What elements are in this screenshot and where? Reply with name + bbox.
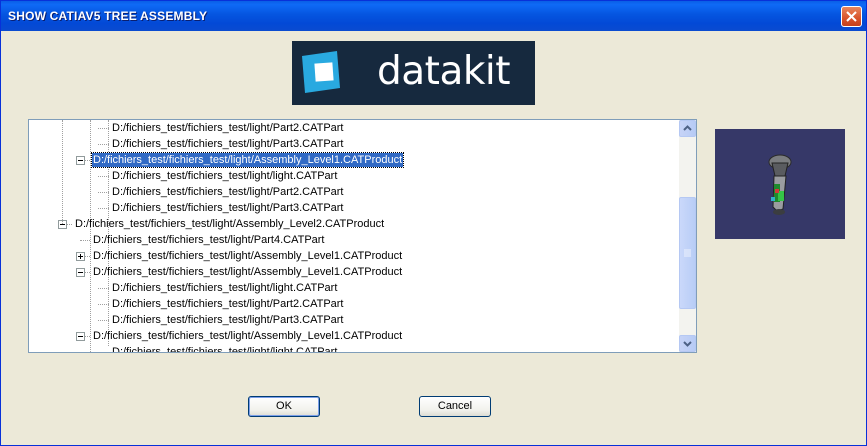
logo-wordmark: datakit xyxy=(377,49,511,94)
dialog-window: SHOW CATIAV5 TREE ASSEMBLY datakit D:/fi… xyxy=(0,0,867,446)
datakit-logo: datakit xyxy=(292,41,535,105)
tree-node-label: D:/fichiers_test/fichiers_test/light/lig… xyxy=(112,170,338,182)
tree-content: D:/fichiers_test/fichiers_test/light/Par… xyxy=(29,120,679,352)
window-title: SHOW CATIAV5 TREE ASSEMBLY xyxy=(8,9,208,23)
tree-node-label: D:/fichiers_test/fichiers_test/light/Par… xyxy=(112,186,344,198)
collapse-minus-icon[interactable] xyxy=(76,156,85,165)
grip-icon xyxy=(684,249,691,257)
tree-node-label: D:/fichiers_test/fichiers_test/light/Par… xyxy=(112,314,344,326)
tree-node-label: D:/fichiers_test/fichiers_test/light/Par… xyxy=(93,234,325,246)
datakit-logo-mark-icon xyxy=(302,51,340,93)
scroll-down-button[interactable] xyxy=(679,335,696,352)
3d-preview-panel xyxy=(715,129,845,239)
tree-node-label: D:/fichiers_test/fichiers_test/light/Ass… xyxy=(90,152,405,168)
tree-connector-line xyxy=(98,208,109,209)
tree-node-label: D:/fichiers_test/fichiers_test/light/Ass… xyxy=(75,218,385,230)
tree-node-label: D:/fichiers_test/fichiers_test/light/Ass… xyxy=(93,266,403,278)
tree-node-label: D:/fichiers_test/fichiers_test/light/lig… xyxy=(112,346,338,352)
tree-guide-line xyxy=(62,120,63,224)
tree-connector-line xyxy=(98,176,109,177)
expand-plus-icon[interactable] xyxy=(76,252,85,261)
tree-node-label: D:/fichiers_test/fichiers_test/light/Ass… xyxy=(93,250,403,262)
tree-connector-line xyxy=(98,144,109,145)
close-button[interactable] xyxy=(841,6,862,27)
collapse-minus-icon[interactable] xyxy=(76,268,85,277)
tree-node-label: D:/fichiers_test/fichiers_test/light/Par… xyxy=(112,122,344,134)
tree-node-label: D:/fichiers_test/fichiers_test/light/lig… xyxy=(112,282,338,294)
tree-node-label: D:/fichiers_test/fichiers_test/light/Ass… xyxy=(93,330,403,342)
3d-lamp-model-icon xyxy=(768,154,792,215)
vertical-scrollbar[interactable] xyxy=(679,120,696,352)
title-bar[interactable]: SHOW CATIAV5 TREE ASSEMBLY xyxy=(1,1,866,31)
tree-connector-line xyxy=(98,192,109,193)
tree-node-label: D:/fichiers_test/fichiers_test/light/Par… xyxy=(112,138,344,150)
chevron-down-icon xyxy=(683,341,692,347)
chevron-up-icon xyxy=(683,125,692,131)
tree-connector-line xyxy=(98,320,109,321)
close-icon xyxy=(846,11,857,22)
assembly-tree-view[interactable]: D:/fichiers_test/fichiers_test/light/Par… xyxy=(28,119,697,353)
tree-guide-line xyxy=(90,120,91,352)
collapse-minus-icon[interactable] xyxy=(76,332,85,341)
scroll-up-button[interactable] xyxy=(679,120,696,137)
tree-node-label: D:/fichiers_test/fichiers_test/light/Par… xyxy=(112,298,344,310)
scroll-thumb[interactable] xyxy=(679,197,696,309)
tree-connector-line xyxy=(98,288,109,289)
tree-connector-line xyxy=(98,304,109,305)
cancel-button[interactable]: Cancel xyxy=(419,396,491,417)
ok-button[interactable]: OK xyxy=(248,396,320,417)
tree-connector-line xyxy=(98,128,109,129)
tree-connector-line xyxy=(80,240,90,241)
tree-node-label: D:/fichiers_test/fichiers_test/light/Par… xyxy=(112,202,344,214)
